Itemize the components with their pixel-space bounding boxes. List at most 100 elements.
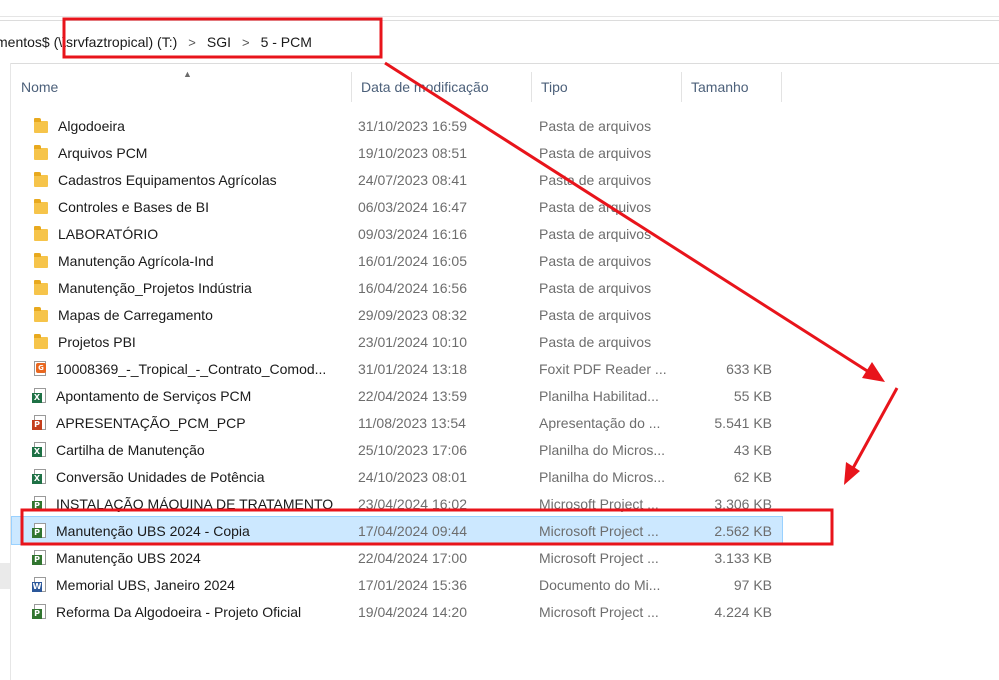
file-date: 09/03/2024 16:16 <box>358 225 467 242</box>
folder-icon <box>34 144 48 160</box>
column-header-name-label: Nome <box>21 79 59 95</box>
folder-icon <box>34 117 48 133</box>
file-size: 2.562 KB <box>714 522 772 539</box>
sort-ascending-icon: ▲ <box>183 69 192 79</box>
file-size: 43 KB <box>733 441 772 458</box>
file-row[interactable]: Projetos PBI 23/01/2024 10:10 Pasta de arq… <box>12 328 782 355</box>
file-name-cell: W Memorial UBS, Janeiro 2024 <box>12 577 347 593</box>
file-size: 97 KB <box>733 576 772 593</box>
column-header-date-label: Data de modificação <box>361 79 489 95</box>
breadcrumb-pcm[interactable]: 5 - PCM <box>261 34 312 50</box>
file-size: 3.306 KB <box>714 495 772 512</box>
excel-file-icon: X <box>32 388 46 403</box>
file-date: 22/04/2024 13:59 <box>358 387 467 404</box>
file-date: 31/10/2023 16:59 <box>358 117 467 134</box>
file-name: Cartilha de Manutenção <box>56 441 205 458</box>
powerpoint-file-icon: P <box>32 415 46 430</box>
file-type: Microsoft Project ... <box>539 495 659 512</box>
column-header-row: ▲ Nome Data de modificação Tipo Tamanho <box>12 69 782 102</box>
file-date: 24/07/2023 08:41 <box>358 171 467 188</box>
file-date: 19/04/2024 14:20 <box>358 603 467 620</box>
file-name: 10008369_-_Tropical_-_Contrato_Comod... <box>56 360 327 377</box>
file-name: Mapas de Carregamento <box>58 306 213 323</box>
annotation-arrow-line-2 <box>850 387 899 471</box>
column-header-name[interactable]: ▲ Nome <box>12 69 352 102</box>
file-row[interactable]: Mapas de Carregamento 29/09/2023 08:32 Pas… <box>12 301 782 328</box>
file-name-cell: P APRESENTAÇÃO_PCM_PCP <box>12 415 347 431</box>
file-type: Pasta de arquivos <box>539 117 652 134</box>
file-type: Foxit PDF Reader ... <box>539 360 667 377</box>
folder-icon <box>34 306 48 322</box>
file-row[interactable]: Manutenção Agrícola-Ind 16/01/2024 16:05 P… <box>12 247 782 274</box>
column-header-date[interactable]: Data de modificação <box>352 72 532 102</box>
file-type: Pasta de arquivos <box>539 333 652 350</box>
file-row[interactable]: P Reforma Da Algodoeira - Projeto Oficial… <box>12 598 782 625</box>
file-row[interactable]: X Conversão Unidades de Potência 24/10/202… <box>12 463 782 490</box>
file-date: 16/01/2024 16:05 <box>358 252 467 269</box>
navigation-pane-highlight <box>0 563 10 589</box>
file-name: Conversão Unidades de Potência <box>56 468 265 485</box>
file-row[interactable]: X Cartilha de Manutenção 25/10/2023 17:06 P… <box>12 436 782 463</box>
file-row[interactable]: Algodoeira 31/10/2023 16:59 Pasta de arqui… <box>12 112 782 139</box>
project-file-icon: P <box>32 496 46 511</box>
file-row[interactable]: G 10008369_-_Tropical_-_Contrato_Comod...… <box>12 355 782 382</box>
file-type: Pasta de arquivos <box>539 171 652 188</box>
file-row[interactable]: W Memorial UBS, Janeiro 2024 17/01/2024 15… <box>12 571 782 598</box>
file-name: Manutenção_Projetos Indústria <box>58 279 252 296</box>
file-row[interactable]: P INSTALAÇÃO MÁQUINA DE TRATAMENTO 23/04/2… <box>12 490 782 517</box>
file-name-cell: P Reforma Da Algodoeira - Projeto Oficial <box>12 604 347 620</box>
file-row[interactable]: X Apontamento de Serviços PCM 22/04/2024 1… <box>12 382 782 409</box>
file-row[interactable]: LABORATÓRIO 09/03/2024 16:16 Pasta de arqu… <box>12 220 782 247</box>
file-date: 17/01/2024 15:36 <box>358 576 467 593</box>
file-row[interactable]: P Manutenção UBS 2024 22/04/2024 17:00 Micr… <box>12 544 782 571</box>
file-date: 23/04/2024 16:02 <box>358 495 467 512</box>
file-name-cell: G 10008369_-_Tropical_-_Contrato_Comod... <box>12 361 347 377</box>
file-type: Microsoft Project ... <box>539 549 659 566</box>
file-size: 4.224 KB <box>714 603 772 620</box>
file-row[interactable]: Controles e Bases de BI 06/03/2024 16:47 P… <box>12 193 782 220</box>
file-row[interactable]: P APRESENTAÇÃO_PCM_PCP 11/08/2023 13:54 Apr… <box>12 409 782 436</box>
file-row[interactable]: Manutenção_Projetos Indústria 16/04/2024 … <box>12 274 782 301</box>
file-name-cell: X Conversão Unidades de Potência <box>12 469 347 485</box>
file-name-cell: Arquivos PCM <box>12 144 347 161</box>
address-bar[interactable]: mentos$ (\\srvfaztropical) (T:) > SGI > … <box>0 20 999 64</box>
breadcrumb-sgi[interactable]: SGI <box>207 34 231 50</box>
folder-icon <box>34 198 48 214</box>
file-name-cell: LABORATÓRIO <box>12 225 347 242</box>
file-date: 11/08/2023 13:54 <box>358 414 466 431</box>
project-file-icon: P <box>32 604 46 619</box>
file-name-cell: Controles e Bases de BI <box>12 198 347 215</box>
file-name-cell: Cadastros Equipamentos Agrícolas <box>12 171 347 188</box>
file-type: Planilha Habilitad... <box>539 387 659 404</box>
project-file-icon: P <box>32 523 46 538</box>
file-row[interactable]: P Manutenção UBS 2024 - Copia 17/04/2024 0… <box>11 516 783 545</box>
chevron-right-icon[interactable]: > <box>188 35 196 50</box>
file-name: Algodoeira <box>58 117 125 134</box>
file-row[interactable]: Arquivos PCM 19/10/2023 08:51 Pasta de arq… <box>12 139 782 166</box>
word-file-icon: W <box>32 577 46 592</box>
column-header-type[interactable]: Tipo <box>532 72 682 102</box>
file-name: Manutenção UBS 2024 <box>56 549 201 566</box>
file-row[interactable]: Cadastros Equipamentos Agrícolas 24/07/20… <box>12 166 782 193</box>
window-top-strip <box>0 0 999 17</box>
folder-icon <box>34 333 48 349</box>
file-type: Microsoft Project ... <box>539 603 659 620</box>
file-name-cell: P Manutenção UBS 2024 - Copia <box>12 523 347 539</box>
file-name: Cadastros Equipamentos Agrícolas <box>58 171 277 188</box>
file-date: 31/01/2024 13:18 <box>358 360 467 377</box>
chevron-right-icon[interactable]: > <box>242 35 250 50</box>
file-name: Arquivos PCM <box>58 144 148 161</box>
file-type: Planilha do Micros... <box>539 468 666 485</box>
breadcrumb-drive[interactable]: mentos$ (\\srvfaztropical) (T:) <box>0 34 177 50</box>
file-size: 5.541 KB <box>714 414 772 431</box>
file-date: 29/09/2023 08:32 <box>358 306 467 323</box>
file-name: Apontamento de Serviços PCM <box>56 387 252 404</box>
column-header-type-label: Tipo <box>541 79 568 95</box>
column-header-size[interactable]: Tamanho <box>682 72 782 102</box>
file-list: Algodoeira 31/10/2023 16:59 Pasta de arqui… <box>11 112 783 625</box>
file-type: Pasta de arquivos <box>539 225 652 242</box>
file-name: Projetos PBI <box>58 333 136 350</box>
excel-file-icon: X <box>32 469 46 484</box>
file-date: 23/01/2024 10:10 <box>358 333 467 350</box>
excel-file-icon: X <box>32 442 46 457</box>
